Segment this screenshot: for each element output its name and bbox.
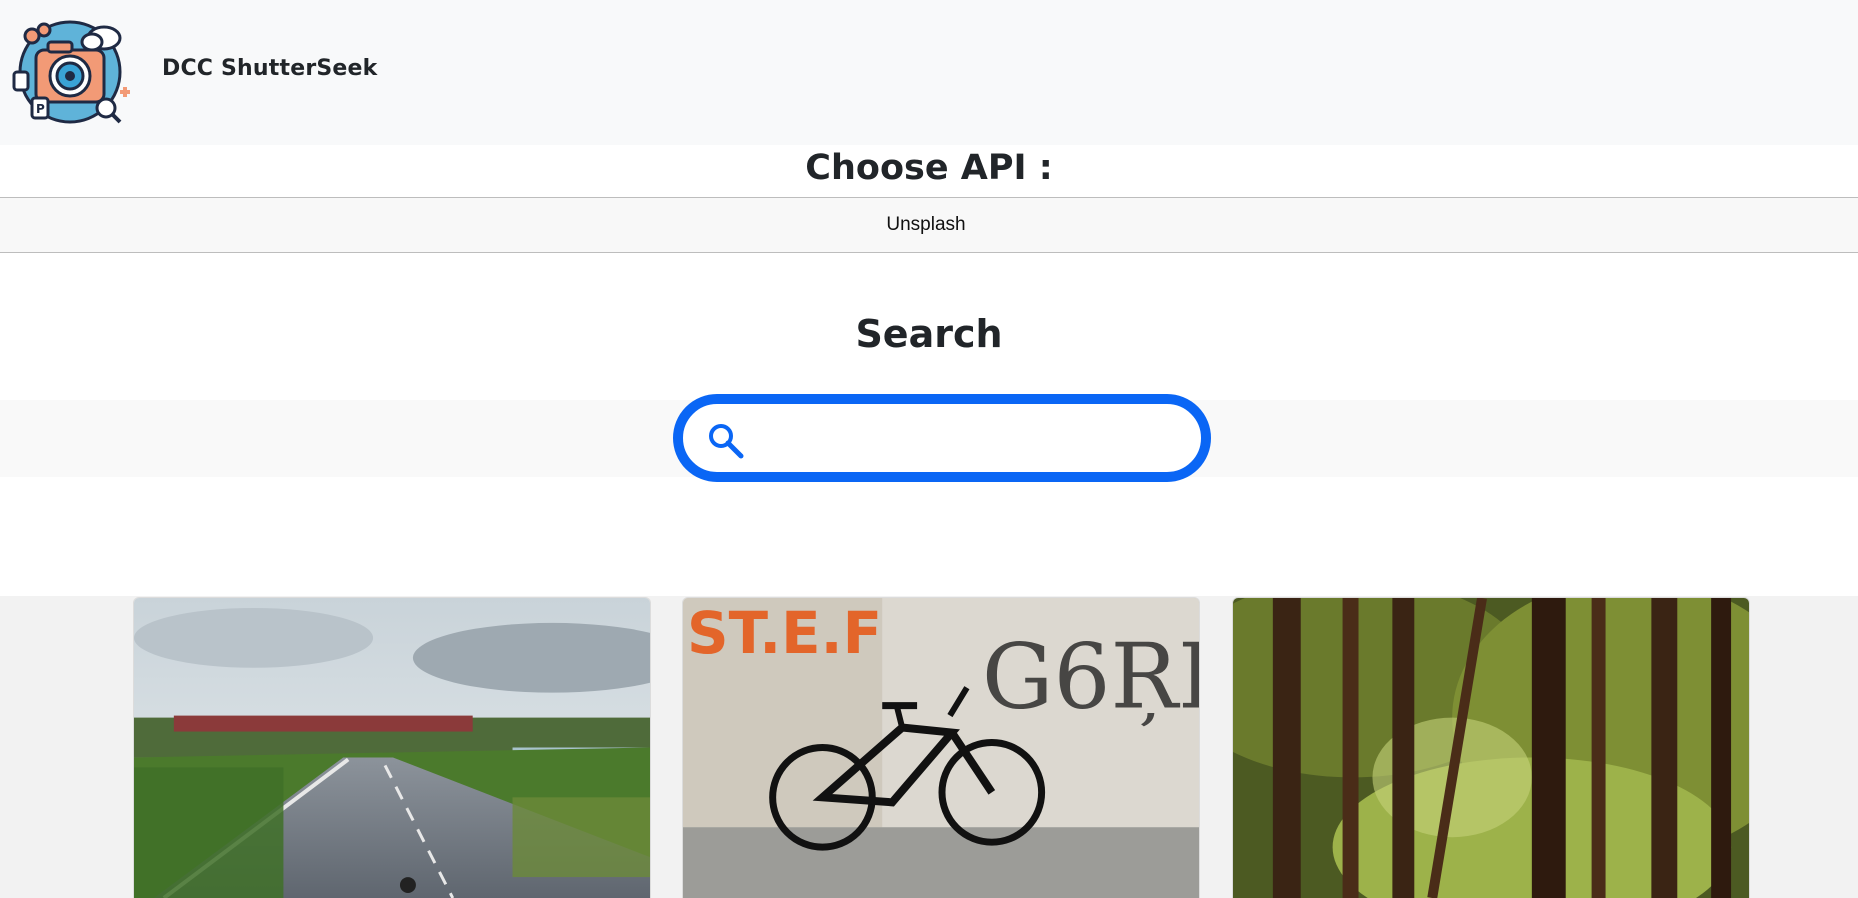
search-heading: Search [855, 312, 1003, 356]
image-card-forest[interactable] [1232, 597, 1750, 898]
choose-api-heading: Choose API : [805, 148, 1053, 188]
brand-title[interactable]: DCC ShutterSeek [162, 56, 378, 81]
api-select-value: Unsplash [886, 214, 966, 235]
forest-trees-photo [1233, 598, 1749, 898]
svg-text:ST.E.F: ST.E.F [687, 599, 882, 667]
road-photo [134, 598, 650, 898]
svg-text:G6ŖR: G6ŖR [982, 626, 1199, 730]
navbar: P DCC ShutterSeek [0, 0, 1858, 145]
search-input[interactable] [755, 416, 1185, 460]
search-icon [705, 420, 745, 460]
api-select[interactable]: Unsplash [0, 197, 1858, 253]
bicycle-graffiti-photo: ST.E.F G6ŖR [683, 598, 1199, 898]
image-card-road[interactable] [133, 597, 651, 898]
search-box[interactable] [673, 394, 1211, 482]
camera-logo-icon[interactable]: P [8, 12, 130, 124]
image-card-bicycle[interactable]: ST.E.F G6ŖR [682, 597, 1200, 898]
svg-text:P: P [36, 102, 45, 116]
